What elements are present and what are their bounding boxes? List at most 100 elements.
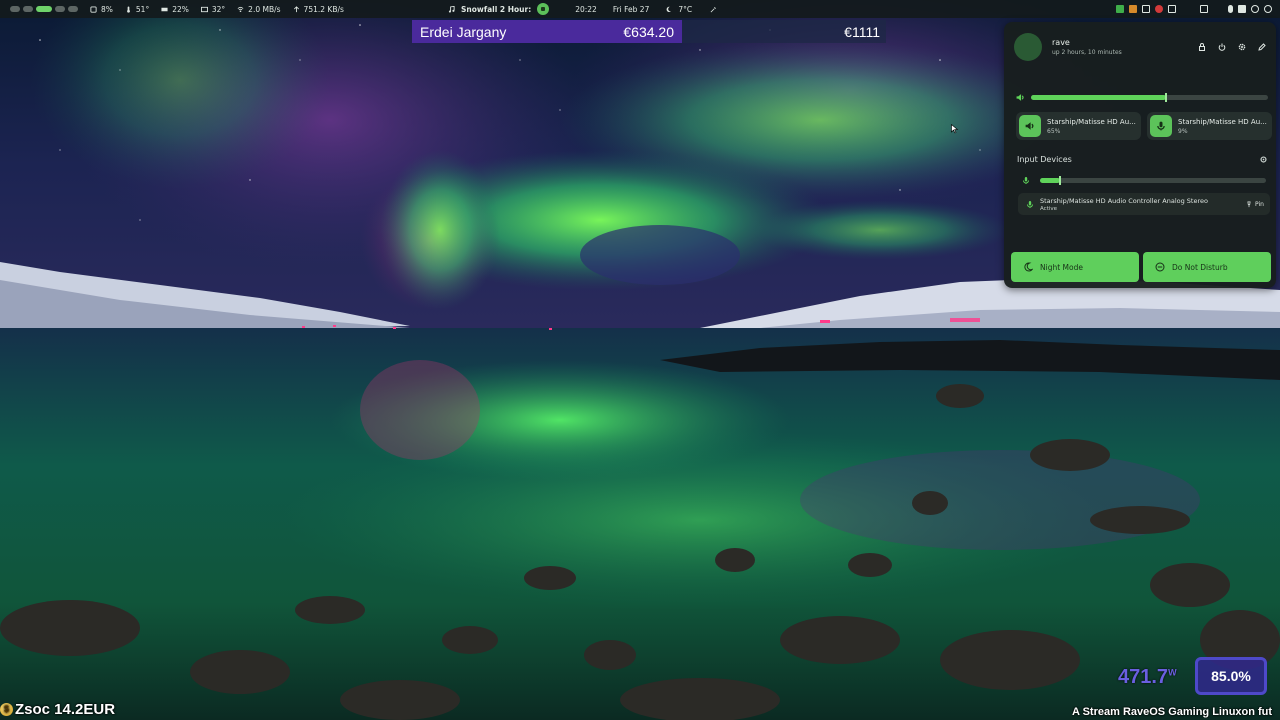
input-device-name: Starship/Matisse HD Au... [1178, 117, 1267, 126]
microphone-icon [1150, 115, 1172, 137]
do-not-disturb-label: Do Not Disturb [1172, 262, 1228, 272]
night-mode-toggle[interactable]: Night Mode [1011, 252, 1139, 282]
night-mode-label: Night Mode [1040, 262, 1083, 272]
mouse-cursor-icon [951, 124, 959, 134]
cpu-usage: 8% [90, 5, 113, 14]
tray-grid-icon[interactable] [1168, 5, 1176, 13]
do-not-disturb-icon [1155, 262, 1165, 272]
settings-dot-icon[interactable] [1260, 156, 1267, 163]
lock-icon[interactable] [1198, 43, 1206, 51]
workspace-4[interactable] [55, 6, 65, 12]
coin-icon: $ [0, 702, 13, 716]
media-title[interactable]: Snowfall 2 Hour: [461, 5, 531, 14]
thermometer-icon [127, 5, 130, 13]
percent-badge: 85.0% [1195, 657, 1267, 695]
output-device-level: 65% [1047, 127, 1061, 135]
power-icon[interactable] [1218, 43, 1226, 51]
zsoc-counter: $ Zsoc 14.2EUR [0, 699, 115, 719]
output-device-name: Starship/Matisse HD Au... [1047, 117, 1136, 126]
download-value: 2.0 MB/s [248, 4, 281, 14]
tray-green-app-icon[interactable] [1116, 5, 1124, 13]
gpu-temp: 32° [200, 4, 226, 14]
donor-name: Erdei Jargany [420, 23, 507, 40]
top-bar: 8% 51° 22% 32° 2.0 MB/s 751.2 KB/s Snowf… [0, 0, 1280, 18]
network-download: 2.0 MB/s [237, 4, 281, 14]
power-value: 471.7 [1118, 666, 1169, 688]
speaker-icon[interactable] [1016, 93, 1025, 102]
ticker-latest: Erdei Jargany €634.20 [412, 20, 682, 43]
user-header: rave up 2 hours, 10 minutes [1014, 32, 1266, 62]
clock-date[interactable]: Fri Feb 27 [613, 5, 650, 14]
input-device-entry[interactable]: Starship/Matisse HD Audio Controller Ana… [1018, 193, 1270, 215]
gpu-icon [200, 6, 208, 12]
clock-time[interactable]: 20:22 [575, 5, 597, 14]
gear-icon[interactable] [1238, 43, 1246, 51]
input-devices-header: Input Devices [1017, 155, 1267, 164]
music-note-icon [448, 5, 455, 13]
microphone-icon [1027, 200, 1033, 208]
tray-red-app-icon[interactable] [1155, 5, 1163, 13]
tray-screen-icon[interactable] [1142, 5, 1150, 13]
wifi-icon [237, 6, 244, 12]
uptime: up 2 hours, 10 minutes [1052, 49, 1122, 56]
pin-icon [1247, 201, 1251, 207]
input-volume-handle[interactable] [1059, 175, 1062, 185]
input-volume-row [1022, 175, 1266, 185]
gpu-temp-value: 32° [211, 4, 226, 14]
output-device-card[interactable]: Starship/Matisse HD Au... 65% [1016, 112, 1141, 140]
workspace-5[interactable] [68, 6, 78, 12]
memory-icon [161, 7, 168, 11]
input-device-card[interactable]: Starship/Matisse HD Au... 9% [1147, 112, 1272, 140]
edit-pencil-icon[interactable] [1258, 43, 1266, 51]
tray-brightness-icon[interactable] [1251, 5, 1259, 13]
tray-speaker-icon[interactable] [1238, 5, 1246, 13]
upload-value: 751.2 KB/s [303, 4, 344, 14]
workspace-1[interactable] [10, 6, 20, 12]
topbar-center: Snowfall 2 Hour: 20:22 Fri Feb 27 7°C [448, 0, 717, 18]
moon-icon [1024, 262, 1033, 272]
input-device-full-name: Starship/Matisse HD Audio Controller Ana… [1040, 196, 1208, 205]
input-volume-fill [1040, 177, 1061, 183]
output-volume-handle[interactable] [1165, 92, 1168, 102]
workspace-3[interactable] [36, 6, 52, 12]
pin-button[interactable]: Pin [1246, 201, 1264, 208]
cpu-temp: 51° [125, 5, 149, 14]
cpu-value: 8% [101, 4, 113, 14]
weather-moon-icon [666, 6, 672, 12]
audio-device-cards: Starship/Matisse HD Au... 65% Starship/M… [1016, 112, 1272, 140]
pin-label: Pin [1255, 200, 1264, 208]
microphone-icon[interactable] [1022, 176, 1030, 185]
avatar [1014, 33, 1042, 61]
input-device-level: 9% [1178, 127, 1188, 135]
power-readout: 471.7W [1118, 666, 1177, 689]
input-devices-title: Input Devices [1017, 155, 1072, 164]
input-device-status: Active [1040, 205, 1058, 212]
output-volume-slider[interactable] [1031, 92, 1268, 102]
tray-microphone-icon[interactable] [1228, 5, 1233, 13]
tray-clipboard-icon[interactable] [1200, 5, 1208, 13]
tray-power-icon[interactable] [1264, 5, 1272, 13]
memory-usage: 22% [161, 5, 189, 14]
input-volume-slider[interactable] [1040, 175, 1266, 185]
system-tray [1116, 0, 1272, 18]
weather-temp[interactable]: 7°C [678, 5, 692, 14]
color-picker-icon[interactable] [710, 6, 717, 13]
media-play-pause-button[interactable] [537, 3, 550, 15]
user-name: rave [1052, 38, 1070, 47]
workspace-switcher[interactable] [10, 6, 78, 12]
upload-arrow-icon [293, 5, 299, 12]
cpu-temp-value: 51° [135, 4, 150, 14]
do-not-disturb-toggle[interactable]: Do Not Disturb [1143, 252, 1271, 282]
zsoc-value: Zsoc 14.2EUR [15, 700, 116, 718]
donation-goal: €1111 [844, 23, 880, 40]
output-volume-fill [1031, 94, 1167, 100]
quick-toggles: Night Mode Do Not Disturb [1011, 252, 1271, 282]
donation-amount: €634.20 [623, 23, 674, 40]
tray-orange-app-icon[interactable] [1129, 5, 1137, 13]
speaker-icon [1019, 115, 1041, 137]
power-unit: W [1168, 667, 1177, 678]
cpu-icon [90, 5, 97, 13]
quick-settings-panel: rave up 2 hours, 10 minutes Starship/Mat… [1004, 22, 1276, 288]
workspace-2[interactable] [23, 6, 33, 12]
stream-title: A Stream RaveOS Gaming Linuxon fut [1072, 706, 1273, 718]
